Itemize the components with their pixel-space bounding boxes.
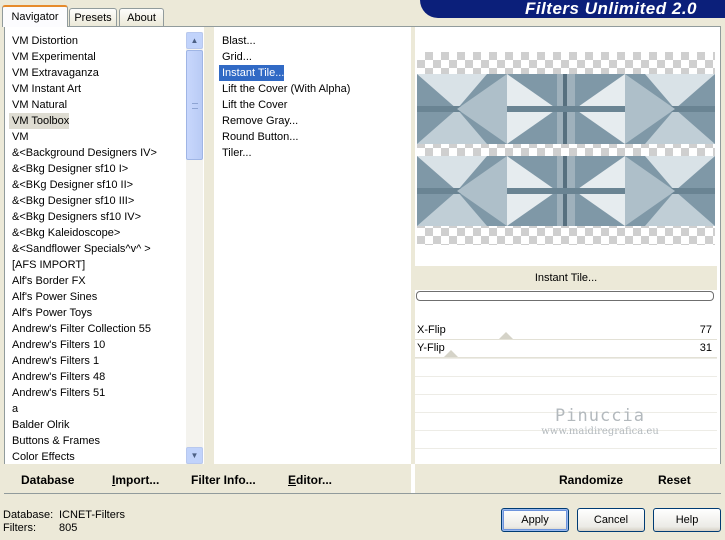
tab-bar: Navigator Presets About Filters Unlimite… [0,0,725,27]
category-item[interactable]: Buttons & Frames [9,433,100,449]
preview-image [417,52,715,245]
chevron-down-icon: ▼ [190,451,199,460]
tab-navigator[interactable]: Navigator [2,5,68,27]
chevron-up-icon: ▲ [190,36,199,45]
category-item[interactable]: Alf's Border FX [9,273,86,289]
category-item[interactable]: Andrew's Filters 51 [9,385,105,401]
category-item[interactable]: a [9,401,18,417]
filter-list[interactable]: Blast... Grid... Instant Tile... Lift the C… [219,32,409,464]
scroll-down-button[interactable]: ▼ [186,447,203,464]
preview-tile-bottom [417,156,715,226]
param-value: 77 [699,324,712,336]
param-row-empty [415,358,717,374]
category-item[interactable]: VM Distortion [9,33,78,49]
category-item[interactable]: Andrew's Filter Collection 55 [9,321,151,337]
reset-button[interactable]: Reset [658,472,691,488]
category-item[interactable]: Andrew's Filters 48 [9,369,105,385]
category-scrollbar[interactable]: ▲ ▼ [186,32,203,464]
tab-about[interactable]: About [119,8,164,26]
param-label: X-Flip [417,324,446,336]
filter-name-bar: Instant Tile... [415,266,717,290]
param-value: 31 [699,342,712,354]
filter-item[interactable]: Grid... [219,49,252,65]
category-item[interactable]: &<Bkg Designer sf10 I> [9,161,128,177]
filter-item[interactable]: Tiler... [219,145,252,161]
category-item[interactable]: &<Bkg Kaleidoscope> [9,225,120,241]
filter-item[interactable]: Blast... [219,33,256,49]
param-row-x-flip[interactable]: X-Flip 77 [415,322,717,340]
database-status-value: ICNET-Filters [59,509,125,521]
category-item[interactable]: &<BKg Designer sf10 II> [9,177,133,193]
filter-item[interactable]: Instant Tile... [219,65,285,81]
database-status-label: Database: [3,509,54,521]
editor-button[interactable]: Editor... [288,472,332,488]
filter-item[interactable]: Lift the Cover [219,97,287,113]
editor-mnemonic: E [288,473,297,487]
filter-item[interactable]: Round Button... [219,129,298,145]
app-title: Filters Unlimited 2.0 [420,0,725,18]
preview-tile-top [417,74,715,144]
category-item[interactable]: Color Effects [9,449,75,464]
category-item[interactable]: VM Instant Art [9,81,81,97]
category-item[interactable]: Alf's Power Toys [9,305,92,321]
filter-info-button[interactable]: Filter Info... [191,472,256,488]
filter-item[interactable]: Lift the Cover (With Alpha) [219,81,350,97]
param-row-empty [415,448,717,463]
scroll-up-button[interactable]: ▲ [186,32,203,49]
param-label: Y-Flip [417,342,445,354]
watermark-url: www.maidiregrafica.eu [541,426,659,437]
filter-item[interactable]: Remove Gray... [219,113,298,129]
tile-pattern [417,74,715,144]
randomize-button[interactable]: Randomize [559,472,623,488]
apply-button[interactable]: Apply [501,508,569,532]
progress-bar [416,291,714,301]
param-row-empty [415,376,717,392]
category-item[interactable]: VM Toolbox [9,113,70,129]
category-item[interactable]: VM Experimental [9,49,96,65]
category-item[interactable]: VM Natural [9,97,67,113]
scroll-thumb[interactable] [186,50,203,160]
tab-presets[interactable]: Presets [69,8,117,26]
category-item[interactable]: &<Bkg Designer sf10 III> [9,193,134,209]
category-item[interactable]: [AFS IMPORT] [9,257,85,273]
editor-label: ditor... [296,473,333,487]
category-item[interactable]: Balder Olrik [9,417,69,433]
watermark: Pinuccia www.maidiregrafica.eu [530,406,670,437]
filters-status-value: 805 [59,522,78,534]
tile-pattern-2 [417,156,715,226]
category-item[interactable]: &<Bkg Designers sf10 IV> [9,209,141,225]
category-item[interactable]: VM Extravaganza [9,65,99,81]
category-list[interactable]: VM Distortion VM Experimental VM Extravaga… [9,32,185,464]
category-item[interactable]: Alf's Power Sines [9,289,97,305]
pane-divider [204,27,214,464]
category-item[interactable]: &<Background Designers IV> [9,145,157,161]
category-item[interactable]: Andrew's Filters 10 [9,337,105,353]
category-item[interactable]: Andrew's Filters 1 [9,353,99,369]
param-row-y-flip[interactable]: Y-Flip 31 [415,340,717,358]
watermark-name: Pinuccia [555,406,645,426]
slider-pointer-icon[interactable] [499,332,513,339]
cancel-button[interactable]: Cancel [577,508,645,532]
category-item[interactable]: VM [9,129,29,145]
filter-name-label: Instant Tile... [534,272,598,284]
filters-status-label: Filters: [3,522,36,534]
import-label: mport... [115,473,160,487]
help-button[interactable]: Help [653,508,721,532]
database-button[interactable]: Database [21,472,74,488]
import-button[interactable]: Import... [112,472,159,488]
category-item[interactable]: &<Sandflower Specials^v^ > [9,241,151,257]
slider-pointer-icon[interactable] [444,350,458,357]
grip-icon [192,103,198,109]
